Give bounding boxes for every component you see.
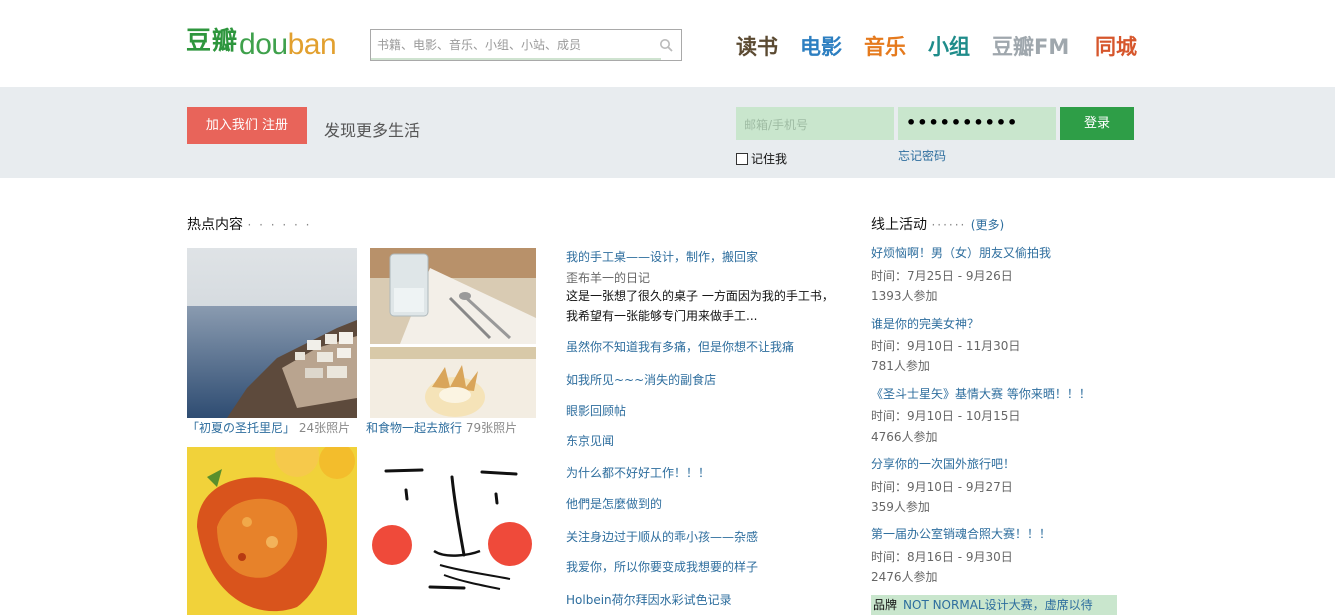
event-time: 时间：9月10日 - 10月15日 [871, 409, 1021, 423]
hot-content-title: 热点内容 · · · · · · [187, 217, 312, 233]
event-title[interactable]: 好烦恼啊！男（女）朋友又偷拍我 [871, 244, 1051, 261]
hot-link[interactable]: 眼影回顾帖 [566, 402, 626, 419]
album-caption-santorini[interactable]: 「初夏の圣托里尼」 24张照片 [187, 419, 350, 436]
event-count: 1393人参加 [871, 289, 938, 303]
nav-group[interactable]: 小组 [928, 31, 970, 61]
online-events-title: 线上活动 ······ (更多) [871, 217, 1005, 233]
events-more-link[interactable]: (更多) [971, 218, 1004, 232]
food-photo-chicken[interactable] [187, 447, 357, 615]
event-time: 时间：8月16日 - 9月30日 [871, 550, 1013, 564]
diary-excerpt: 这是一张想了很久的桌子 一方面因为我的手工书，我希望有一张能够专门用来做手工..… [566, 289, 834, 323]
diary-title-link[interactable]: 我的手工桌——设计，制作，搬回家 [566, 248, 758, 265]
login-button[interactable]: 登录 [1060, 107, 1134, 140]
slogan-text: 发现更多生活 [324, 121, 421, 140]
site-header: 豆瓣douban 书籍、电影、音乐、小组、小站、成员 读书 电影 音乐 小组 豆… [0, 0, 1335, 87]
album-caption-food-travel[interactable]: 和食物一起去旅行 79张照片 [366, 419, 517, 436]
search-placeholder: 书籍、电影、音乐、小组、小站、成员 [377, 38, 582, 52]
hot-link[interactable]: 虽然你不知道我有多痛，但是你想不让我痛 [566, 338, 794, 355]
hot-link[interactable]: 他們是怎麼做到的 [566, 495, 662, 512]
remember-me[interactable]: 记住我 [736, 150, 787, 167]
search-icon[interactable] [659, 38, 673, 52]
brand-text[interactable]: NOT NORMAL设计大赛，虚席以待 [903, 598, 1093, 612]
forgot-password-link[interactable]: 忘记密码 [898, 147, 946, 164]
remember-checkbox[interactable] [736, 153, 748, 165]
brand-event-banner[interactable]: 品牌 NOT NORMAL设计大赛，虚席以待 [871, 595, 1117, 615]
search-underline [371, 58, 661, 60]
event-count: 4766人参加 [871, 430, 938, 444]
event-count: 359人参加 [871, 500, 930, 514]
email-field[interactable]: 邮箱/手机号 [736, 107, 894, 140]
nav-movie[interactable]: 电影 [800, 31, 842, 61]
event-title[interactable]: 第一届办公室销魂合照大赛！！！ [871, 525, 1051, 542]
album-food-photo-2[interactable] [370, 347, 536, 418]
hot-link[interactable]: 为什么都不好好工作！！！ [566, 464, 710, 481]
event-title[interactable]: 谁是你的完美女神？ [871, 315, 979, 332]
hot-link[interactable]: 关注身边过于顺从的乖小孩——杂感 [566, 528, 758, 545]
album-santorini-photo[interactable] [187, 248, 357, 418]
nav-book[interactable]: 读书 [736, 31, 778, 61]
logo-en-text: douban [239, 28, 337, 61]
event-time: 时间：9月10日 - 9月27日 [871, 480, 1013, 494]
illustration-face[interactable] [360, 447, 540, 615]
nav-city[interactable]: 同城 [1095, 31, 1137, 61]
hot-link[interactable]: 东京见闻 [566, 432, 614, 449]
event-count: 781人参加 [871, 359, 930, 373]
event-time: 时间：7月25日 - 9月26日 [871, 269, 1013, 283]
login-band: 加入我们 注册 发现更多生活 邮箱/手机号 •••••••••• 登录 记住我 … [0, 87, 1335, 178]
search-input[interactable]: 书籍、电影、音乐、小组、小站、成员 [370, 29, 682, 61]
brand-prefix: 品牌 [873, 598, 898, 612]
nav-music[interactable]: 音乐 [864, 31, 906, 61]
password-field[interactable]: •••••••••• [898, 107, 1056, 140]
diary-author: 歪布羊一的日记 [566, 271, 651, 285]
hot-link[interactable]: 如我所见~~~消失的副食店 [566, 371, 716, 388]
join-register-button[interactable]: 加入我们 注册 [187, 107, 307, 144]
password-mask: •••••••••• [906, 113, 1019, 132]
hot-link[interactable]: Holbein荷尔拜因水彩试色记录 [566, 591, 732, 608]
douban-logo[interactable]: 豆瓣douban [186, 26, 337, 61]
event-title[interactable]: 分享你的一次国外旅行吧！ [871, 455, 1015, 472]
event-count: 2476人参加 [871, 570, 938, 584]
hot-link[interactable]: 我爱你，所以你要变成我想要的样子 [566, 558, 758, 575]
email-placeholder: 邮箱/手机号 [744, 118, 809, 132]
logo-cn-text: 豆瓣 [186, 26, 239, 55]
album-food-photo-1[interactable] [370, 248, 536, 344]
nav-fm[interactable]: 豆瓣FM [992, 31, 1069, 61]
event-time: 时间：9月10日 - 11月30日 [871, 339, 1021, 353]
remember-label: 记住我 [751, 152, 788, 166]
event-title[interactable]: 《圣斗士星矢》基情大赛 等你来晒！！！ [871, 385, 1091, 402]
